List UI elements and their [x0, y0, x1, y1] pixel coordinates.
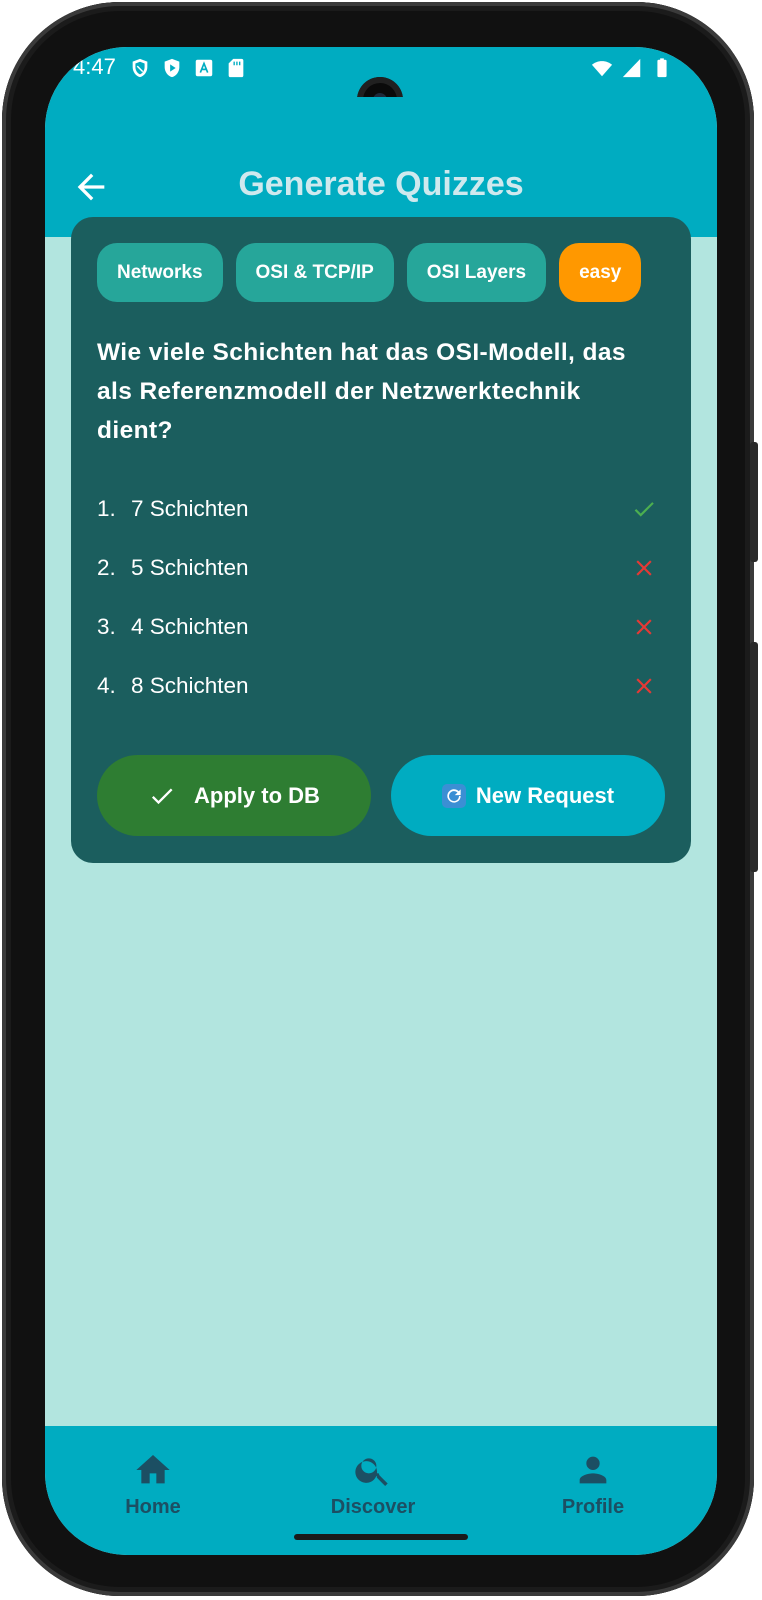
status-icons-right	[591, 57, 673, 79]
check-icon	[634, 502, 654, 517]
close-icon	[636, 619, 652, 635]
wifi-icon	[591, 61, 613, 77]
answer-item: 1. 7 Schichten	[97, 479, 657, 538]
apply-button-label: Apply to DB	[194, 782, 320, 808]
answer-text: 8 Schichten	[131, 672, 249, 698]
answer-item: 3. 4 Schichten	[97, 597, 657, 656]
new-request-button[interactable]: New Request	[391, 755, 665, 836]
answer-number: 3.	[97, 613, 116, 639]
difficulty-badge[interactable]: easy	[559, 243, 642, 302]
volume-button	[750, 442, 758, 562]
question-text: Wie viele Schichten hat das OSI-Modell, …	[97, 339, 626, 444]
nav-label: Discover	[330, 1496, 416, 1518]
screen: 4:47 Generate Quizzes Networks OSI & TCP…	[45, 47, 717, 1555]
answer-text: 4 Schichten	[131, 613, 249, 639]
phone-frame: 4:47 Generate Quizzes Networks OSI & TCP…	[2, 2, 758, 1596]
keyboard-a-icon	[195, 59, 213, 77]
play-protect-icon	[164, 58, 180, 78]
answer-item: 2. 5 Schichten	[97, 538, 657, 597]
apply-to-db-button[interactable]: Apply to DB	[97, 755, 371, 836]
home-indicator[interactable]	[294, 1534, 468, 1540]
status-icons-left	[129, 57, 247, 79]
nav-label: Profile	[561, 1496, 625, 1518]
answer-number: 2.	[97, 554, 116, 580]
refresh-emoji-icon	[441, 783, 466, 808]
search-icon	[355, 1458, 388, 1486]
tag-chip[interactable]: OSI Layers	[406, 243, 547, 302]
check-icon	[148, 782, 176, 810]
page-title: Generate Quizzes	[238, 165, 524, 203]
nav-item-home[interactable]: Home	[93, 1450, 213, 1519]
shield-icon	[132, 58, 148, 78]
answer-list: 1. 7 Schichten 2. 5 Schichten 3. 4 Schic…	[97, 479, 657, 715]
home-icon	[136, 1455, 170, 1484]
battery-icon	[657, 58, 667, 78]
close-icon	[636, 678, 652, 694]
nav-label: Home	[125, 1496, 181, 1518]
answer-text: 7 Schichten	[131, 495, 249, 521]
tag-list: Networks OSI & TCP/IP OSI Layers easy	[97, 243, 642, 302]
new-request-button-label: New Request	[475, 782, 615, 808]
answer-text: 5 Schichten	[131, 554, 249, 580]
answer-item: 4. 8 Schichten	[97, 656, 657, 715]
tag-chip[interactable]: OSI & TCP/IP	[235, 243, 394, 302]
nav-item-profile[interactable]: Profile	[533, 1450, 653, 1519]
quiz-card: Networks OSI & TCP/IP OSI Layers easy Wi…	[71, 217, 691, 863]
sd-card-icon	[228, 58, 244, 78]
close-icon	[636, 560, 652, 576]
power-button	[750, 642, 758, 872]
answer-number: 1.	[97, 495, 116, 521]
nav-item-discover[interactable]: Discover	[313, 1450, 433, 1519]
answer-number: 4.	[97, 672, 116, 698]
status-time: 4:47	[73, 54, 116, 79]
signal-icon	[622, 58, 641, 78]
app-bar: Generate Quizzes	[45, 97, 717, 237]
tag-chip[interactable]: Networks	[97, 243, 223, 302]
person-icon	[579, 1456, 607, 1484]
